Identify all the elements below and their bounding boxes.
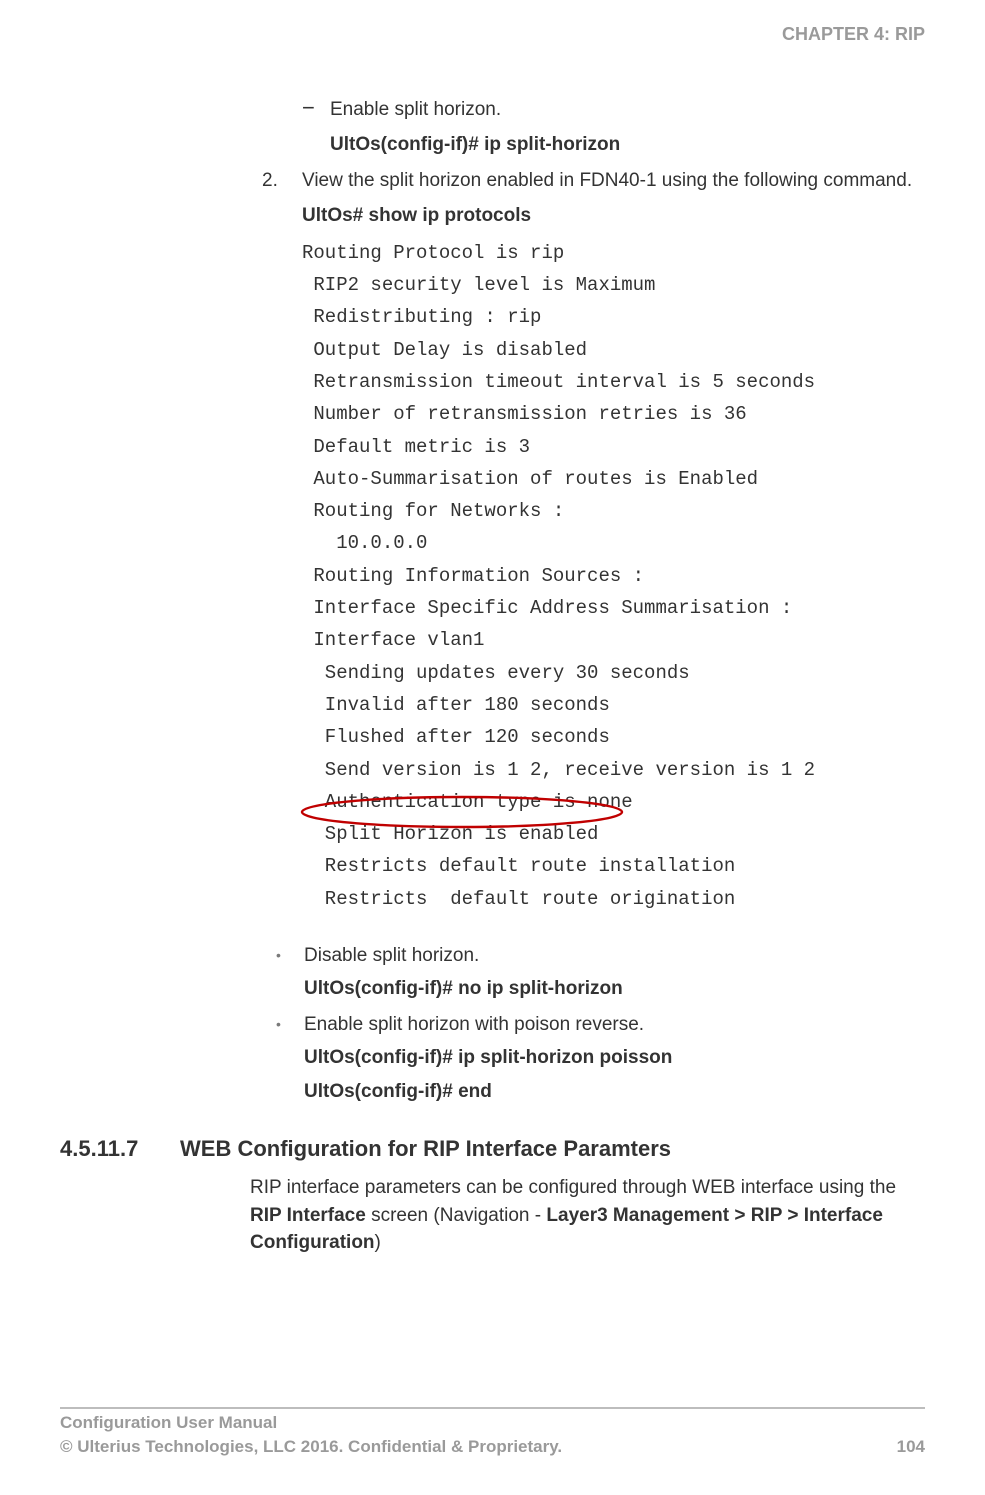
dot-bullet-icon: •	[276, 1010, 304, 1039]
footer-page-number: 104	[897, 1435, 925, 1459]
page-header: CHAPTER 4: RIP	[60, 24, 925, 45]
bullet-text: Disable split horizon.	[304, 941, 925, 970]
page-footer: Configuration User Manual © Ulterius Tec…	[60, 1411, 925, 1459]
bullet-text: Enable split horizon with poison reverse…	[304, 1010, 925, 1039]
para-text: RIP interface parameters can be configur…	[250, 1177, 896, 1198]
dash-bullet-icon: −	[302, 95, 330, 124]
cli-command: UltOs(config-if)# ip split-horizon poiss…	[304, 1043, 925, 1072]
cli-command: UltOs(config-if)# no ip split-horizon	[304, 974, 925, 1003]
para-text: screen (Navigation -	[366, 1205, 547, 1226]
cli-command: UltOs(config-if)# ip split-horizon	[330, 130, 925, 159]
cli-command: UltOs# show ip protocols	[302, 201, 925, 230]
sub-bullet-text: Enable split horizon.	[330, 95, 925, 124]
dot-bullet-icon: •	[276, 941, 304, 970]
body-content: − Enable split horizon. UltOs(config-if)…	[250, 95, 925, 1106]
footer-copyright: © Ulterius Technologies, LLC 2016. Confi…	[60, 1435, 562, 1459]
section-title: WEB Configuration for RIP Interface Para…	[180, 1136, 671, 1162]
ordered-step-2: 2. View the split horizon enabled in FDN…	[262, 166, 925, 195]
bullet-enable-poison-reverse: • Enable split horizon with poison rever…	[276, 1010, 925, 1039]
cli-command: UltOs(config-if)# end	[304, 1077, 925, 1106]
footer-title: Configuration User Manual	[60, 1411, 562, 1435]
para-text: )	[375, 1232, 381, 1253]
para-bold: RIP Interface	[250, 1205, 366, 1226]
cli-output-block: Routing Protocol is rip RIP2 security le…	[302, 237, 925, 915]
section-heading-row: 4.5.11.7 WEB Configuration for RIP Inter…	[60, 1136, 925, 1162]
section-number: 4.5.11.7	[60, 1136, 180, 1162]
footer-left: Configuration User Manual © Ulterius Tec…	[60, 1411, 562, 1459]
step-number: 2.	[262, 166, 302, 195]
step-text: View the split horizon enabled in FDN40-…	[302, 166, 925, 195]
bullet-disable-split-horizon: • Disable split horizon.	[276, 941, 925, 970]
section-paragraph: RIP interface parameters can be configur…	[250, 1174, 925, 1257]
sub-bullet-enable-split-horizon: − Enable split horizon.	[302, 95, 925, 124]
footer-divider	[60, 1407, 925, 1409]
